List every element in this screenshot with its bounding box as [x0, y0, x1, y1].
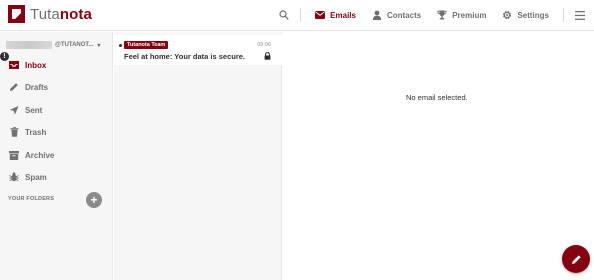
logo-text: Tutanota — [30, 5, 92, 23]
nav-premium-label: Premium — [452, 10, 487, 20]
header-nav: Emails Contacts Premium Settings — [274, 0, 594, 30]
search-button[interactable] — [274, 5, 294, 25]
chevron-down-icon: ▾ — [97, 42, 101, 49]
nav-contacts[interactable]: Contacts — [364, 0, 429, 30]
list-item[interactable]: Tutanota Team 09:06 Feel at home: Your d… — [114, 35, 282, 65]
lock-icon — [264, 52, 271, 60]
trash-icon — [9, 127, 19, 137]
header-divider — [300, 8, 302, 22]
nav-emails[interactable]: Emails — [307, 0, 364, 30]
search-icon — [279, 10, 289, 20]
unread-indicator — [119, 44, 122, 47]
account-address: @TUTANOT... — [55, 42, 94, 48]
mail-subject: Feel at home: Your data is secure. — [124, 52, 246, 61]
sidebar-item-label: Sent — [25, 105, 43, 115]
sender-badge: Tutanota Team — [124, 41, 169, 49]
app-window: Tutanota Emails Contacts Premium Setting… — [0, 0, 594, 280]
logo-mark-icon — [8, 5, 25, 23]
sidebar-item-inbox[interactable]: Inbox — [0, 56, 113, 74]
mail-list: Tutanota Team 09:06 Feel at home: Your d… — [114, 32, 282, 280]
sidebar-item-label: Inbox — [25, 60, 47, 70]
sidebar-item-label: Drafts — [25, 82, 49, 92]
trophy-icon — [437, 10, 447, 20]
archive-icon — [9, 150, 19, 160]
send-icon — [9, 105, 19, 115]
account-name-redacted — [6, 41, 52, 49]
sidebar-item-label: Archive — [25, 150, 55, 160]
bug-icon — [9, 172, 19, 182]
compose-button[interactable] — [562, 245, 590, 273]
sidebar-item-label: Trash — [25, 127, 47, 137]
sidebar-item-sent[interactable]: Sent — [0, 101, 113, 119]
nav-contacts-label: Contacts — [386, 10, 422, 20]
add-folder-button[interactable]: + — [86, 192, 102, 208]
sidebar-item-label: Spam — [25, 172, 47, 182]
folder-sidebar: @TUTANOT... ▾ ! Inbox Drafts Sent Trash … — [0, 32, 113, 280]
sidebar-item-archive[interactable]: Archive — [0, 146, 113, 164]
your-folders-heading: YOUR FOLDERS — [8, 196, 55, 202]
pencil-icon — [9, 82, 19, 92]
sidebar-item-spam[interactable]: Spam — [0, 168, 113, 186]
gear-icon — [503, 10, 512, 20]
top-header: Tutanota Emails Contacts Premium Setting… — [0, 0, 594, 31]
nav-premium[interactable]: Premium — [429, 0, 494, 30]
sidebar-item-drafts[interactable]: Drafts — [0, 78, 113, 96]
pencil-icon — [571, 254, 581, 264]
sidebar-item-trash[interactable]: Trash — [0, 123, 113, 141]
envelope-icon — [315, 11, 326, 19]
mail-viewer: No email selected. — [283, 32, 594, 280]
inbox-icon — [9, 60, 19, 70]
nav-settings-label: Settings — [517, 10, 549, 20]
account-selector[interactable]: @TUTANOT... ▾ — [6, 40, 110, 50]
menu-button[interactable] — [570, 5, 590, 25]
tutanota-logo[interactable]: Tutanota — [8, 5, 92, 23]
header-divider — [563, 8, 564, 22]
nav-emails-label: Emails — [330, 10, 356, 20]
nav-settings[interactable]: Settings — [494, 0, 557, 30]
person-icon — [372, 10, 382, 20]
no-email-selected-text: No email selected. — [406, 93, 468, 102]
mail-time: 09:06 — [257, 42, 271, 48]
hamburger-icon — [575, 10, 585, 20]
